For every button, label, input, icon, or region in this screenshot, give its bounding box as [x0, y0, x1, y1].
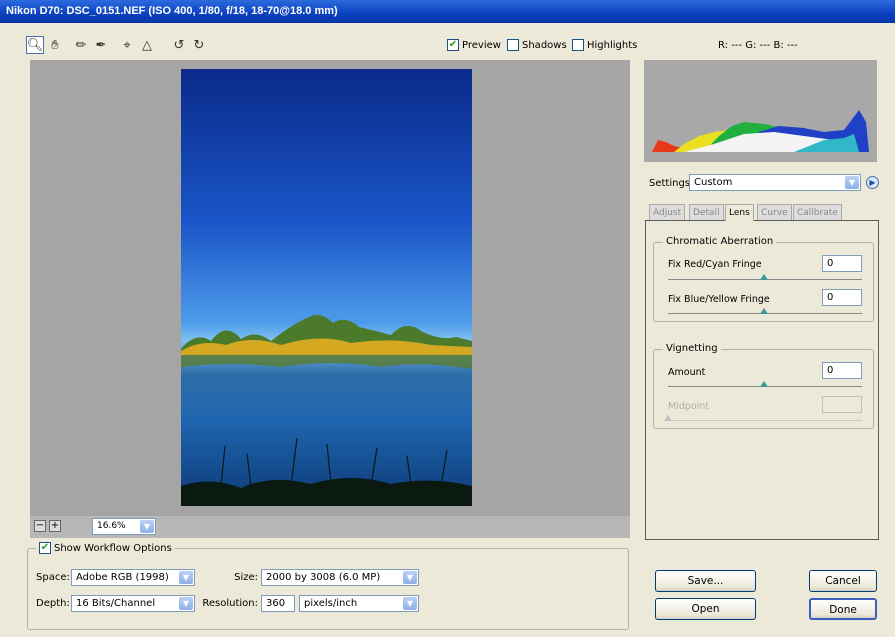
midpoint-input	[822, 396, 862, 413]
depth-value: 16 Bits/Channel	[76, 598, 156, 609]
settings-select[interactable]: Custom ▼	[689, 174, 861, 191]
done-button[interactable]: Done	[809, 598, 877, 620]
amount-slider[interactable]	[760, 381, 768, 387]
hand-tool-icon[interactable]: ✋︎	[46, 36, 64, 54]
chevron-down-icon: ▼	[179, 571, 193, 584]
trees-graphic	[181, 315, 472, 369]
settings-label: Settings:	[649, 178, 694, 189]
size-value: 2000 by 3008 (6.0 MP)	[266, 572, 381, 583]
tab-curve[interactable]: Curve	[757, 204, 792, 221]
depth-select[interactable]: 16 Bits/Channel ▼	[71, 595, 195, 612]
vignetting-group	[653, 349, 874, 429]
chevron-down-icon: ▼	[403, 571, 417, 584]
vignetting-title: Vignetting	[663, 343, 721, 354]
tab-calibrate[interactable]: Calibrate	[793, 204, 842, 221]
histogram	[644, 60, 877, 162]
shadows-box	[507, 39, 519, 51]
highlights-checkbox[interactable]: Highlights	[572, 39, 637, 51]
crop-tool-icon[interactable]: ⌖	[118, 36, 136, 54]
chromatic-aberration-title: Chromatic Aberration	[663, 236, 777, 247]
red-cyan-slider[interactable]	[760, 274, 768, 280]
red-cyan-input[interactable]: 0	[822, 255, 862, 272]
zoom-tool-icon[interactable]: 🔍︎	[26, 36, 44, 54]
size-label: Size:	[234, 572, 258, 583]
preview-check-icon: ✔	[447, 39, 459, 51]
preview-checkbox[interactable]: ✔ Preview	[447, 39, 501, 51]
highlights-label: Highlights	[587, 39, 638, 51]
tab-detail[interactable]: Detail	[689, 204, 724, 221]
resolution-unit-select[interactable]: pixels/inch ▼	[299, 595, 419, 612]
workflow-check-icon: ✔	[39, 542, 51, 554]
midpoint-label: Midpoint	[668, 401, 710, 412]
resolution-input[interactable]: 360	[261, 595, 295, 612]
resolution-label: Resolution:	[202, 598, 258, 609]
rotate-left-icon[interactable]: ↺	[170, 36, 188, 54]
zoom-level-select[interactable]: 16.6% ▼	[92, 518, 156, 535]
zoom-in-button[interactable]: +	[49, 520, 61, 532]
chevron-down-icon: ▼	[845, 176, 859, 189]
zoom-bar: − + 16.6% ▼	[30, 516, 630, 538]
midpoint-track	[668, 420, 862, 421]
settings-menu-icon[interactable]: ▶	[866, 176, 879, 189]
shadows-label: Shadows	[522, 39, 567, 51]
workflow-options-group	[27, 548, 629, 630]
zoom-out-button[interactable]: −	[34, 520, 46, 532]
chevron-down-icon: ▼	[140, 520, 154, 533]
rotate-right-icon[interactable]: ↻	[190, 36, 208, 54]
settings-value: Custom	[694, 177, 733, 188]
zoom-level-value: 16.6%	[97, 521, 126, 531]
shadows-checkbox[interactable]: Shadows	[507, 39, 567, 51]
cancel-button[interactable]: Cancel	[809, 570, 877, 592]
space-label: Space:	[36, 572, 70, 583]
tab-strip: Adjust Detail Lens Curve Calibrate	[645, 204, 879, 221]
straighten-tool-icon[interactable]: △	[138, 36, 156, 54]
size-select[interactable]: 2000 by 3008 (6.0 MP) ▼	[261, 569, 419, 586]
space-value: Adobe RGB (1998)	[76, 572, 169, 583]
preview-label: Preview	[462, 39, 501, 51]
midpoint-slider	[664, 415, 672, 421]
tab-lens[interactable]: Lens	[725, 204, 754, 221]
white-balance-tool-icon[interactable]: ✏︎	[72, 36, 90, 54]
rgb-readout: R: --- G: --- B: ---	[718, 40, 798, 51]
highlights-box	[572, 39, 584, 51]
histogram-graphic	[644, 60, 877, 162]
depth-label: Depth:	[36, 598, 70, 609]
grass-graphic	[181, 437, 472, 506]
show-workflow-checkbox[interactable]: ✔ Show Workflow Options	[36, 542, 175, 554]
red-cyan-label: Fix Red/Cyan Fringe	[668, 259, 762, 270]
amount-label: Amount	[668, 367, 706, 378]
open-button[interactable]: Open	[655, 598, 756, 620]
chevron-down-icon: ▼	[179, 597, 193, 610]
color-sampler-tool-icon[interactable]: ✒	[92, 36, 110, 54]
save-button[interactable]: Save...	[655, 570, 756, 592]
resolution-unit-value: pixels/inch	[304, 598, 358, 609]
workflow-label: Show Workflow Options	[54, 542, 172, 554]
photo-preview	[181, 69, 472, 506]
blue-yellow-input[interactable]: 0	[822, 289, 862, 306]
amount-input[interactable]: 0	[822, 362, 862, 379]
tab-adjust[interactable]: Adjust	[649, 204, 686, 221]
chevron-down-icon: ▼	[403, 597, 417, 610]
window-title: Nikon D70: DSC_0151.NEF (ISO 400, 1/80, …	[0, 0, 895, 23]
blue-yellow-slider[interactable]	[760, 308, 768, 314]
blue-yellow-label: Fix Blue/Yellow Fringe	[668, 294, 770, 305]
space-select[interactable]: Adobe RGB (1998) ▼	[71, 569, 195, 586]
